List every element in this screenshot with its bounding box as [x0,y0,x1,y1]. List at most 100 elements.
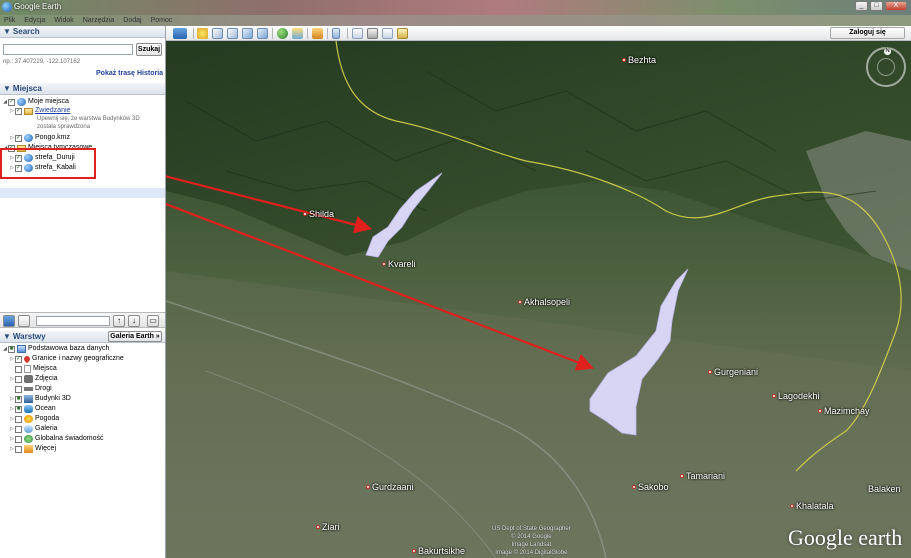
menu-add[interactable]: Dodaj [123,15,141,26]
show-route-link[interactable]: Pokaż trasę [96,70,135,77]
image-overlay-icon[interactable] [242,28,253,39]
placemark-icon[interactable] [197,28,208,39]
checkbox[interactable] [15,365,22,373]
place-dot-icon [303,212,307,216]
place-label[interactable]: Sakobo [632,482,669,492]
sunlight-icon[interactable] [292,28,303,39]
place-label[interactable]: Akhalsopeli [518,297,570,307]
checkbox[interactable]: ✓ [8,98,15,106]
login-button[interactable]: Zaloguj się [830,27,905,39]
layer-global-awareness[interactable]: ▷ Globalna świadomość [9,434,103,444]
search-section-header[interactable]: ▼ Search [0,26,165,38]
awareness-icon [24,435,33,443]
checkbox[interactable] [15,435,22,443]
save-image-icon[interactable] [382,28,393,39]
layer-more[interactable]: ▷ Więcej [9,444,56,454]
layer-ocean[interactable]: ▷ ■ Ocean [9,404,56,414]
search-button[interactable]: Szukaj [136,43,162,56]
layer-weather[interactable]: ▷ Pogoda [9,414,59,424]
place-label[interactable]: Khalatala [790,501,834,511]
email-icon[interactable] [352,28,363,39]
earth-gallery-button[interactable]: Galeria Earth » [108,331,162,342]
ruler-icon[interactable] [332,28,340,39]
ocean-icon [24,405,33,413]
path-icon[interactable] [227,28,238,39]
place-label[interactable]: Gurgeniani [708,367,758,377]
tree-item-label: Ocean [35,405,56,412]
planets-icon[interactable] [312,28,323,39]
menu-file[interactable]: Plik [4,15,15,26]
place-dot-icon [632,485,636,489]
close-button[interactable]: X [885,1,907,11]
checkbox[interactable]: ■ [8,345,15,353]
layer-3d-buildings[interactable]: ▷ ■ Budynki 3D [9,394,71,404]
maximize-button[interactable]: □ [870,1,883,11]
sidebar-toggle-icon[interactable] [173,28,187,39]
map-view[interactable]: N Bezhta Shilda Kvareli Akhalsopeli Gurg… [166,41,911,558]
north-indicator[interactable]: N [884,48,891,55]
tree-item-label: Pogoda [35,415,60,422]
google-earth-logo: Google earth [788,525,903,550]
place-dot-icon [680,474,684,478]
place-label[interactable]: Gurdzaani [366,482,414,492]
new-folder-icon[interactable]: ▭ [147,315,159,327]
place-label[interactable]: Kvareli [382,259,416,269]
places-section-header[interactable]: ▼ Miejsca [0,83,165,95]
checkbox[interactable] [15,415,22,423]
places-filter-input[interactable] [36,316,110,326]
collapse-triangle-icon: ▼ [3,332,11,341]
search-places-icon[interactable] [3,315,15,327]
places-tools-bar: ↑ ↓ ▭ [0,312,165,328]
place-label[interactable]: Bakurtsikhe [412,546,465,556]
move-up-icon[interactable]: ↑ [113,315,125,327]
layer-borders-labels[interactable]: ▷ ✓ Granice i nazwy geograficzne [9,354,124,364]
menu-help[interactable]: Pomoc [151,15,173,26]
layer-places[interactable]: Miejsca [9,364,57,374]
historical-imagery-icon[interactable] [277,28,288,39]
menu-tools[interactable]: Narzędzia [83,15,115,26]
history-link[interactable]: Historia [137,70,163,77]
checkbox[interactable] [15,445,22,453]
move-down-icon[interactable]: ↓ [128,315,140,327]
places-header-label: Miejsca [12,84,42,93]
checkbox[interactable]: ✓ [15,355,22,363]
menu-edit[interactable]: Edycja [24,15,45,26]
navigation-compass[interactable]: N [866,47,906,87]
checkbox[interactable]: ✓ [15,134,22,142]
panel-toggle-icon[interactable] [18,315,30,327]
building-icon [24,395,33,403]
layer-primary-database[interactable]: ◢ ■ Podstawowa baza danych [2,344,109,354]
place-label[interactable]: Mazimchay [818,406,870,416]
layer-photos[interactable]: ▷ Zdjęcia [9,374,58,384]
place-label[interactable]: Tamariani [680,471,725,481]
polygon-icon[interactable] [212,28,223,39]
minimize-button[interactable]: _ [855,1,868,11]
layer-roads[interactable]: Drogi [9,384,52,394]
imagery-attribution: US Dept of State Geographer © 2014 Googl… [492,526,571,556]
look-joystick[interactable] [877,58,895,76]
place-label[interactable]: Ziari [316,522,340,532]
tree-item-label: Drogi [35,385,52,392]
menu-view[interactable]: Widok [54,15,73,26]
checkbox[interactable] [15,385,22,393]
record-tour-icon[interactable] [257,28,268,39]
google-earth-app-icon [2,2,12,12]
view-in-maps-icon[interactable] [397,28,408,39]
checkbox[interactable] [15,375,22,383]
checkbox[interactable]: ■ [15,405,22,413]
place-label[interactable]: Shilda [303,209,334,219]
place-label[interactable]: Lagodekhi [772,391,820,401]
layer-gallery[interactable]: ▷ Galeria [9,424,58,434]
place-label[interactable]: Balaken [868,484,901,494]
window-title: Google Earth [14,2,62,11]
road-icon [24,387,33,391]
tree-item-pongo[interactable]: ▷ ✓ Pongo.kmz [9,133,70,143]
search-header-label: Search [12,27,40,36]
checkbox[interactable] [15,425,22,433]
checkbox[interactable]: ■ [15,395,22,403]
search-input[interactable] [3,44,133,55]
place-dot-icon [708,370,712,374]
place-label[interactable]: Bezhta [622,55,656,65]
print-icon[interactable] [367,28,378,39]
checkbox[interactable]: ✓ [15,107,22,115]
